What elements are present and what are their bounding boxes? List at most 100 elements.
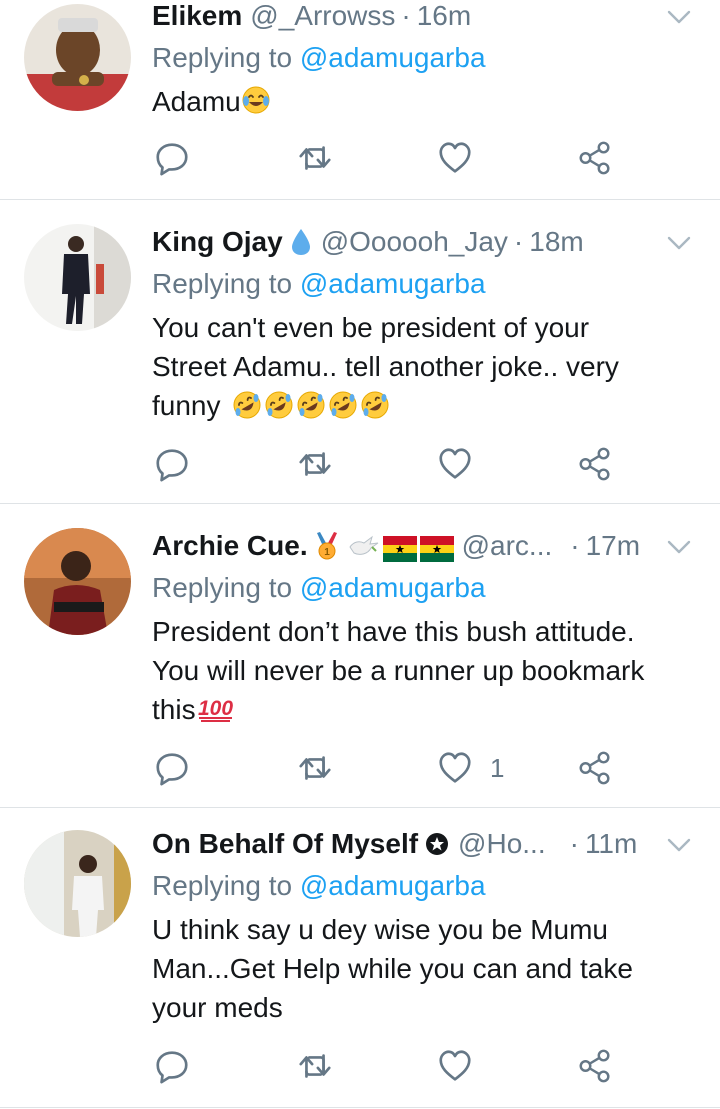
tweet-text: U think say u dey wise you be Mumu Man..…	[152, 910, 690, 1027]
tweet-text: President don’t have this bush attitude.…	[152, 612, 690, 729]
tweet-text-line: funny	[152, 390, 221, 421]
tweet-text-line: Street Adamu.. tell another joke.. very	[152, 351, 619, 382]
user-handle[interactable]: @_Arrowss	[250, 0, 395, 36]
rofl-emoji	[328, 390, 358, 420]
retweet-button[interactable]	[296, 748, 334, 788]
display-name[interactable]: King Ojay	[152, 222, 283, 262]
share-button[interactable]	[576, 748, 614, 788]
timestamp[interactable]: 11m	[585, 824, 637, 864]
rofl-emoji	[360, 390, 390, 420]
gold-medal-emoji	[314, 531, 340, 561]
heart-icon	[436, 1047, 474, 1085]
like-button[interactable]: 1	[436, 748, 504, 788]
share-button[interactable]	[576, 444, 614, 484]
retweet-icon	[296, 749, 334, 787]
mention-link[interactable]: @adamugarba	[300, 268, 486, 299]
heart-icon	[436, 139, 474, 177]
avatar[interactable]	[24, 224, 131, 331]
display-name[interactable]: On Behalf Of Myself	[152, 824, 418, 864]
mention-link[interactable]: @adamugarba	[300, 42, 486, 73]
tweet[interactable]: On Behalf Of Myself @Ho... · 11m Replyin…	[0, 808, 720, 1108]
mention-link[interactable]: @adamugarba	[300, 870, 486, 901]
reply-button[interactable]	[153, 1046, 191, 1086]
avatar[interactable]	[24, 830, 131, 937]
tweet[interactable]: Archie Cue. @arc... · 17m Replying to @a…	[0, 504, 720, 808]
like-button[interactable]	[436, 444, 490, 484]
separator-dot: ·	[513, 226, 524, 257]
tweet-text-line: You can't even be president of your	[152, 312, 590, 343]
reply-icon	[153, 445, 191, 483]
display-name[interactable]: Archie Cue.	[152, 526, 308, 566]
share-icon	[576, 139, 614, 177]
timestamp[interactable]: 16m	[417, 0, 471, 36]
user-handle[interactable]: @Ho...	[458, 824, 546, 864]
timestamp[interactable]: 17m	[586, 526, 640, 566]
tweet-text-line: You will never be a runner up bookmark	[152, 655, 645, 686]
display-name[interactable]: Elikem	[152, 0, 242, 36]
timestamp[interactable]: 18m	[529, 222, 583, 262]
tweet-text: You can't even be president of your Stre…	[152, 308, 690, 425]
retweet-icon	[296, 445, 334, 483]
rofl-emoji	[264, 390, 294, 420]
reply-button[interactable]	[153, 444, 191, 484]
ghana-flag-emoji	[419, 533, 454, 562]
replying-prefix: Replying to	[152, 42, 293, 73]
reply-icon	[153, 139, 191, 177]
tweet-text: Adamu	[152, 82, 690, 121]
replying-to: Replying to @adamugarba	[152, 38, 486, 78]
replying-to: Replying to @adamugarba	[152, 264, 486, 304]
retweet-icon	[296, 1047, 334, 1085]
hundred-points-emoji	[196, 693, 236, 723]
replying-prefix: Replying to	[152, 572, 293, 603]
share-button[interactable]	[576, 1046, 614, 1086]
chevron-down-icon[interactable]	[666, 4, 692, 30]
reply-icon	[153, 1047, 191, 1085]
separator-dot: ·	[569, 828, 579, 859]
tweet-text-line: this	[152, 694, 196, 725]
mention-link[interactable]: @adamugarba	[300, 572, 486, 603]
star-circle-icon	[424, 831, 450, 857]
joy-emoji	[241, 85, 271, 115]
heart-icon	[436, 445, 474, 483]
retweet-button[interactable]	[296, 1046, 334, 1086]
retweet-button[interactable]	[296, 444, 334, 484]
replying-to: Replying to @adamugarba	[152, 866, 486, 906]
retweet-icon	[296, 139, 334, 177]
share-button[interactable]	[576, 138, 614, 178]
avatar[interactable]	[24, 4, 131, 111]
like-button[interactable]	[436, 138, 490, 178]
tweet-text-line: President don’t have this bush attitude.	[152, 616, 635, 647]
chevron-down-icon[interactable]	[666, 534, 692, 560]
separator-dot: ·	[401, 0, 411, 31]
replying-prefix: Replying to	[152, 870, 293, 901]
rofl-emoji	[296, 390, 326, 420]
heart-icon	[436, 749, 474, 787]
share-icon	[576, 749, 614, 787]
tweet[interactable]: Elikem @_Arrowss · 16m Replying to @adam…	[0, 0, 720, 200]
chevron-down-icon[interactable]	[666, 230, 692, 256]
tweet-text-line: Man...Get Help while you can and take	[152, 953, 633, 984]
retweet-button[interactable]	[296, 138, 334, 178]
tweet[interactable]: King Ojay @Oooooh_Jay · 18m Replying to …	[0, 200, 720, 504]
share-icon	[576, 445, 614, 483]
user-handle[interactable]: @Oooooh_Jay	[321, 222, 508, 262]
chevron-down-icon[interactable]	[666, 832, 692, 858]
ghana-flag-emoji	[382, 533, 417, 562]
rofl-emoji	[232, 390, 262, 420]
reply-button[interactable]	[153, 138, 191, 178]
dove-emoji	[346, 531, 380, 561]
tweet-text-line: your meds	[152, 992, 283, 1023]
replying-prefix: Replying to	[152, 268, 293, 299]
avatar[interactable]	[24, 528, 131, 635]
share-icon	[576, 1047, 614, 1085]
tweet-text-line: Adamu	[152, 86, 241, 117]
separator-dot: ·	[570, 530, 580, 561]
droplet-emoji	[289, 227, 313, 257]
user-handle[interactable]: @arc...	[462, 526, 553, 566]
like-button[interactable]	[436, 1046, 490, 1086]
like-count: 1	[490, 752, 505, 783]
reply-button[interactable]	[153, 748, 191, 788]
reply-icon	[153, 749, 191, 787]
replying-to: Replying to @adamugarba	[152, 568, 486, 608]
tweet-text-line: U think say u dey wise you be Mumu	[152, 914, 608, 945]
